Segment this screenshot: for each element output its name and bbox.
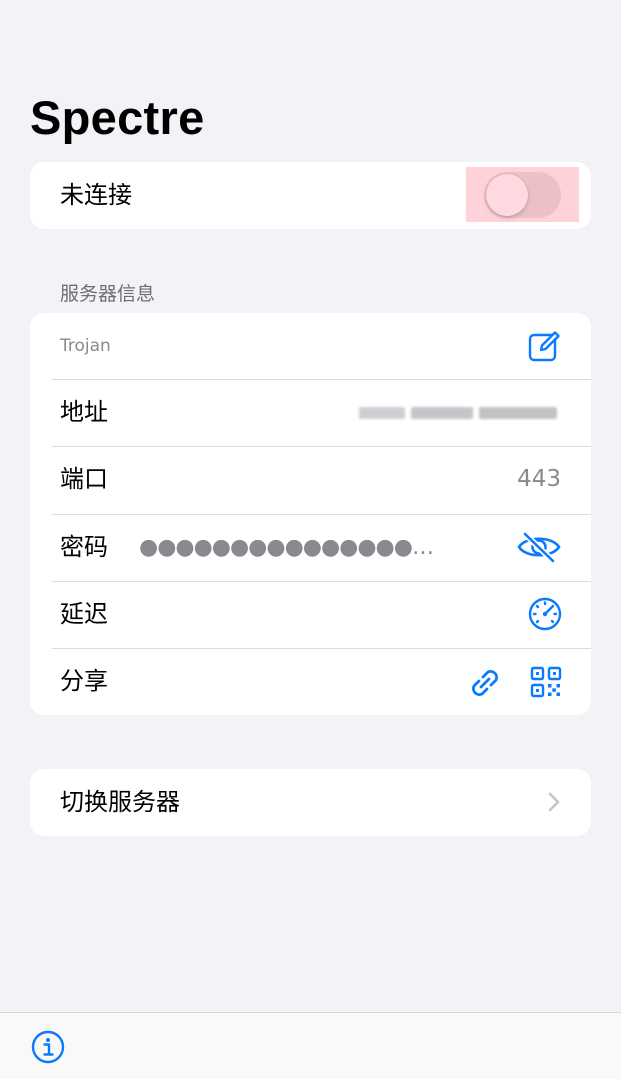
latency-label: 延迟	[60, 600, 108, 628]
switch-server-button[interactable]: 切换服务器	[30, 769, 591, 836]
square-and-pencil-icon[interactable]	[527, 328, 563, 364]
qrcode-icon[interactable]	[529, 665, 563, 699]
row-divider	[52, 446, 591, 447]
toggle-knob[interactable]	[486, 174, 528, 216]
connection-status-label: 未连接	[60, 181, 132, 209]
password-value: ●●●●●●●●●●●●●●●…	[139, 535, 434, 560]
port-label: 端口	[60, 465, 108, 493]
row-divider	[52, 648, 591, 649]
password-row[interactable]: 密码 ●●●●●●●●●●●●●●●…	[30, 514, 591, 581]
bottom-toolbar	[0, 1012, 621, 1079]
address-label: 地址	[60, 398, 108, 426]
switch-server-label: 切换服务器	[60, 788, 180, 816]
port-row[interactable]: 端口 443	[30, 446, 591, 513]
connection-card: 未连接	[30, 162, 591, 229]
address-row[interactable]: 地址	[30, 379, 591, 446]
latency-row[interactable]: 延迟	[30, 581, 591, 648]
row-divider	[52, 581, 591, 582]
connection-toggle[interactable]	[484, 172, 561, 218]
server-info-card: Trojan 地址 端口 443 密码 ●●●●●●●●●●●●●●●… 延迟 …	[30, 313, 591, 715]
protocol-label: Trojan	[60, 336, 111, 356]
share-row: 分享	[30, 648, 591, 715]
share-label: 分享	[60, 667, 108, 695]
section-header-server-info: 服务器信息	[60, 283, 156, 305]
protocol-row: Trojan	[30, 313, 591, 380]
eye-slash-icon[interactable]	[515, 528, 563, 566]
chevron-right-icon	[547, 791, 561, 817]
port-value: 443	[517, 466, 561, 492]
row-divider	[52, 379, 591, 380]
address-value-redacted	[359, 403, 563, 423]
password-label: 密码	[60, 533, 108, 561]
speedometer-icon[interactable]	[527, 596, 563, 632]
info-circle-icon[interactable]	[30, 1029, 66, 1065]
app-title: Spectre	[30, 91, 205, 144]
link-icon[interactable]	[466, 664, 504, 702]
